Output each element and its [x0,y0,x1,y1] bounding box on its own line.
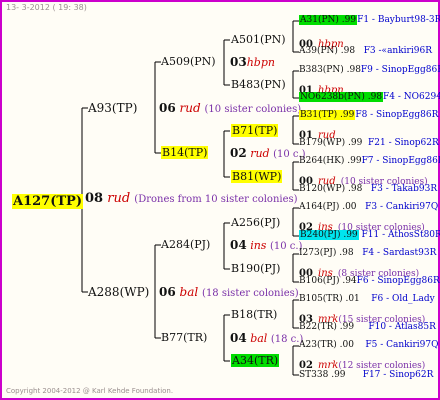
g4-leaf-6-loc: F8 - SinopEgg86R [355,110,439,120]
g4-leaf-5[interactable]: NO6238b(PN) .98F4 - NO6294R [299,92,440,102]
g4-leaf-14[interactable]: B240(PJ) .99 F11 - AthosSt80R [299,230,440,240]
g4-leaf-11[interactable]: B120(WP) .98 F3 - Takab93R [299,185,437,194]
g4-leaf-2-loc: F3 -«ankiri96R [363,46,432,56]
g4-leaf-17[interactable]: B106(PJ) .94F6 - SinopEgg86R [299,277,440,286]
g1-bot-node[interactable]: A288(WP) [88,286,149,298]
root-node[interactable]: A127(TP) [12,192,83,209]
g3-b-node[interactable]: B483(PN) [231,79,286,90]
g1-top-sisters: (10 sister colonies) [204,104,302,115]
g4-leaf-21-loc: F5 - Cankiri97Q [365,340,439,350]
g4-leaf-20[interactable]: B22(TR) .99 F10 - Atlas85R [299,323,436,332]
g4-leaf-20-loc: F10 - Atlas85R [368,322,436,332]
g4-leaf-14-loc: F11 - AthosSt80R [361,230,440,240]
g1-bot-label: bal [179,285,199,299]
g1-bot-num: 06 [159,285,176,299]
g2-a-num: 03 [230,55,247,69]
g4-leaf-6-id[interactable]: B31(TP) .99 [299,110,356,120]
g2-b-id[interactable]: B14(TP) [161,146,209,159]
g1-bot-info: 06 bal (18 sister colonies) [159,286,299,299]
g3-f-node[interactable]: B190(PJ) [231,263,280,274]
g4-leaf-0-loc: F1 - Bayburt98-3R [357,15,440,25]
g2-a-node[interactable]: A509(PN) [161,56,216,67]
g4-leaf-15-loc: F4 - Sardast93R [362,248,437,258]
g2-c-num: 04 [230,238,247,252]
g4-leaf-12-id[interactable]: A164(PJ) .00 [299,202,357,212]
g4-leaf-9-id[interactable]: B264(HK) .99 [299,156,362,166]
g2-c-node[interactable]: A284(PJ) [161,239,210,250]
g4-leaf-15-id[interactable]: I273(PJ) .98 [299,248,354,258]
g2-a-label: hbpn [246,56,275,69]
root-sisters: (Drones from 10 sister colonies) [134,194,298,205]
g4-leaf-5-id[interactable]: NO6238b(PN) .98 [299,92,384,102]
g4-leaf-6[interactable]: B31(TP) .99F8 - SinopEgg86R [299,110,439,120]
g2-d-label: bal [250,332,268,345]
g4-leaf-9-loc: F7 - SinopEgg86R [361,156,440,166]
g4-leaf-2-id[interactable]: A39(PN) .98 [299,46,355,56]
g3-h-id[interactable]: A34(TR) [231,354,280,367]
g4-leaf-23-id[interactable]: ST338 .99 [299,370,346,380]
g3-e-node[interactable]: A256(PJ) [231,217,280,228]
g3-c-node[interactable]: B71(TP) [231,124,279,137]
g4-leaf-3-loc: F9 - SinopEgg86R [360,65,440,75]
g4-leaf-17-id[interactable]: B106(PJ) .94 [299,276,357,286]
g4-leaf-12[interactable]: A164(PJ) .00 F3 - Cankiri97Q [299,203,438,212]
copyright: Copyright 2004-2012 @ Karl Kehde Foundat… [6,387,174,395]
g3-a-node[interactable]: A501(PN) [231,34,286,45]
g4-leaf-15[interactable]: I273(PJ) .98 F4 - Sardast93R [299,249,436,258]
g4-info-22: 02 mrk(12 sister colonies) [299,355,425,371]
g4-leaf-14-id[interactable]: B240(PJ) .99 [299,230,359,240]
g4-leaf-23-loc: F17 - Sinop62R [362,370,434,380]
root-info: 08 rud (Drones from 10 sister colonies) [85,192,298,205]
root-num: 08 [85,191,104,206]
g2-c-label: ins [250,239,267,252]
g1-top-node[interactable]: A93(TP) [88,102,137,114]
g4-leaf-18-id[interactable]: B105(TR) .01 [299,294,360,304]
g2-d-node[interactable]: B77(TR) [161,332,207,343]
g1-top-label: rud [179,101,201,115]
g1-top-info: 06 rud (10 sister colonies) [159,102,301,115]
g2-d-num: 04 [230,331,247,345]
g2-b-info: 02 rud (10 c.) [230,147,306,160]
g3-d-node[interactable]: B81(WP) [231,170,283,183]
g4-leaf-20-id[interactable]: B22(TR) .99 [299,322,354,332]
g2-c-sisters: (10 c.) [269,241,303,252]
g4-leaf-5-loc: F4 - NO6294R [383,92,440,102]
g2-a-info: 03hbpn [230,56,275,68]
g1-top-num: 06 [159,101,176,115]
g4-leaf-9[interactable]: B264(HK) .99F7 - SinopEgg86R [299,157,440,166]
g2-b-node[interactable]: B14(TP) [161,146,209,159]
g2-c-info: 04 ins (10 c.) [230,239,302,252]
g4-leaf-18[interactable]: B105(TR) .01 F6 - Old_Lady [299,295,435,304]
g4-leaf-2[interactable]: A39(PN) .98 F3 -«ankiri96R [299,47,432,56]
g4-leaf-21-id[interactable]: A23(TR) .00 [299,340,354,350]
root-id[interactable]: A127(TP) [12,194,83,209]
g4-leaf-17-loc: F6 - SinopEgg86R [356,276,440,286]
g4-leaf-0[interactable]: A31(PN) .99F1 - Bayburt98-3R [299,15,440,25]
g1-bot-sisters: (18 sister colonies) [202,288,299,299]
g4-leaf-11-id[interactable]: B120(WP) .98 [299,184,362,194]
g4-leaf-11-loc: F3 - Takab93R [370,184,438,194]
timestamp: 13- 3-2012 ( 19: 38) [6,3,87,12]
g4-leaf-8-id[interactable]: B179(WP) .99 [299,138,362,148]
g4-leaf-3-id[interactable]: B383(PN) .98 [299,65,361,75]
g4-leaf-18-loc: F6 - Old_Lady [371,294,435,304]
g2-d-info: 04 bal (18 c.) [230,332,303,345]
g4-leaf-8[interactable]: B179(WP) .99 F21 - Sinop62R [299,139,439,148]
g2-b-num: 02 [230,146,247,160]
g3-h-node[interactable]: A34(TR) [231,354,280,367]
g2-b-label: rud [250,147,270,160]
g4-leaf-12-loc: F3 - Cankiri97Q [365,202,439,212]
root-label: rud [107,191,131,206]
g3-c-id[interactable]: B71(TP) [231,124,279,137]
g3-g-node[interactable]: B18(TR) [231,309,277,320]
g4-leaf-8-loc: F21 - Sinop62R [368,138,439,148]
g4-leaf-23[interactable]: ST338 .99 F17 - Sinop62R [299,371,433,380]
g4-leaf-3[interactable]: B383(PN) .98F9 - SinopEgg86R [299,66,440,75]
g4-leaf-0-id[interactable]: A31(PN) .99 [299,15,358,25]
g3-d-id[interactable]: B81(WP) [231,170,283,183]
g4-leaf-21[interactable]: A23(TR) .00 F5 - Cankiri97Q [299,341,439,350]
